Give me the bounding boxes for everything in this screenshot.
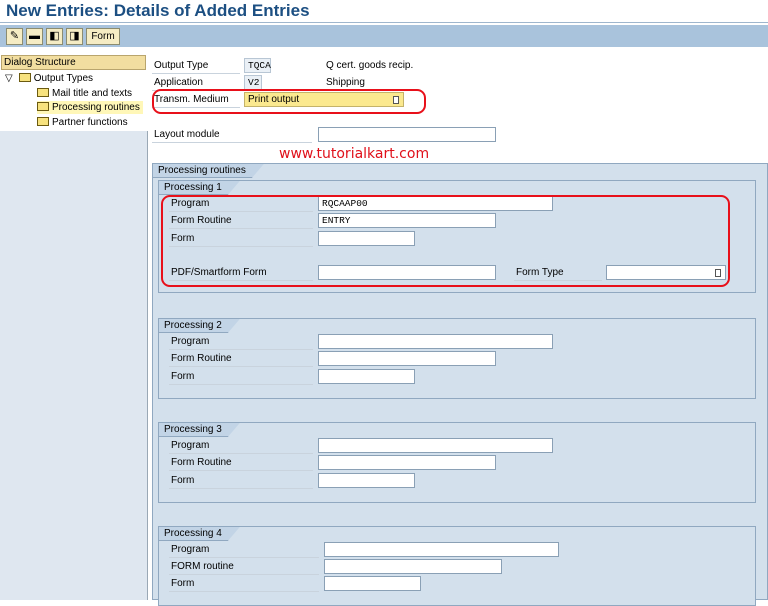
tree-label: Partner functions — [52, 117, 128, 128]
previous-entry-icon[interactable]: ◧ — [46, 28, 63, 45]
layout-module-label: Layout module — [152, 127, 312, 143]
form-routine-label: Form Routine — [169, 351, 313, 367]
watermark: www.tutorialkart.com — [279, 146, 430, 162]
folder-icon — [37, 88, 49, 97]
edit-icon[interactable]: ✎ — [6, 28, 23, 45]
program-input[interactable] — [318, 334, 553, 349]
form-label: Form — [169, 369, 313, 385]
program-label: Program — [169, 438, 313, 454]
form-input[interactable] — [318, 473, 415, 488]
output-type-field: TQCA — [244, 58, 271, 73]
title-divider — [0, 22, 768, 23]
group-title: Processing routines — [153, 164, 264, 178]
delete-icon[interactable]: ▬ — [26, 28, 43, 45]
form-routine-input[interactable] — [318, 455, 496, 470]
dialog-structure-panel — [0, 53, 148, 600]
application-description: Shipping — [326, 77, 365, 88]
form-routine-input[interactable] — [318, 351, 496, 366]
highlight-annotation — [152, 89, 426, 114]
tree-item-processing-routines[interactable]: Processing routines — [37, 101, 143, 114]
program-label: Program — [169, 542, 319, 558]
output-type-label: Output Type — [152, 58, 240, 74]
application-field: V2 — [244, 75, 262, 90]
dialog-structure-heading: Dialog Structure — [1, 55, 146, 70]
layout-module-input[interactable] — [318, 127, 496, 142]
program-input[interactable] — [324, 542, 559, 557]
tree-label: Mail title and texts — [52, 88, 133, 99]
tree-label: Processing routines — [52, 102, 140, 113]
tree-label: Output Types — [33, 73, 93, 84]
form-input[interactable] — [324, 576, 421, 591]
program-label: Program — [169, 334, 313, 350]
form-routine-input[interactable] — [324, 559, 502, 574]
highlight-annotation — [161, 195, 730, 287]
form-label: Form — [169, 473, 313, 489]
output-type-description: Q cert. goods recip. — [326, 60, 414, 71]
tree-item-mail-title[interactable]: Mail title and texts — [37, 87, 132, 100]
form-label: Form — [169, 576, 319, 592]
form-routine-label: FORM routine — [169, 559, 319, 575]
page-title: New Entries: Details of Added Entries — [6, 1, 310, 20]
folder-icon — [37, 117, 49, 126]
group-title: Processing 4 — [159, 527, 240, 541]
group-title: Processing 2 — [159, 319, 240, 333]
program-input[interactable] — [318, 438, 553, 453]
tree-item-output-types[interactable]: ▽ Output Types — [5, 72, 93, 85]
toolbar: ✎ ▬ ◧ ◨ Form — [0, 25, 768, 47]
form-input[interactable] — [318, 369, 415, 384]
tree-item-partner-functions[interactable]: Partner functions — [37, 116, 128, 129]
folder-icon — [18, 73, 31, 82]
form-button[interactable]: Form — [86, 28, 120, 45]
group-title: Processing 1 — [159, 181, 240, 195]
open-folder-icon — [37, 102, 49, 111]
expand-triangle-icon[interactable]: ▽ — [5, 73, 13, 84]
next-entry-icon[interactable]: ◨ — [66, 28, 83, 45]
group-title: Processing 3 — [159, 423, 240, 437]
form-routine-label: Form Routine — [169, 455, 313, 471]
